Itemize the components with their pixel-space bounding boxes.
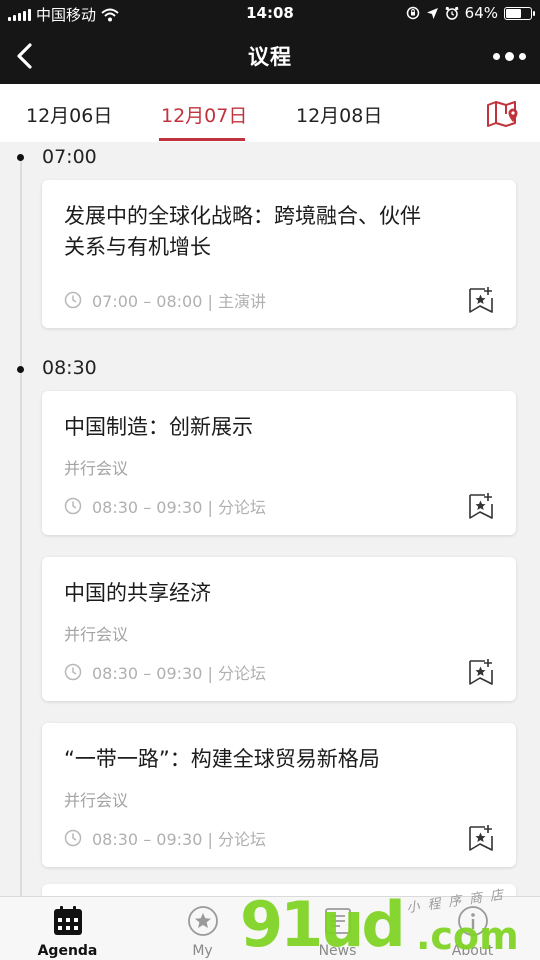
status-bar: 中国移动 14:08 64% (0, 0, 540, 28)
tab-news[interactable]: News (270, 897, 405, 960)
bottom-tab-bar: Agenda My News About (0, 896, 540, 960)
session-card[interactable]: 发展中的全球化战略：跨境融合、伙伴关系与有机增长 07:00 – 08:00 |… (42, 180, 516, 328)
star-icon (187, 906, 218, 936)
tab-date-0[interactable]: 12月06日 (26, 101, 112, 128)
session-subtitle: 并行会议 (64, 459, 129, 478)
tab-about-label: About (451, 943, 494, 959)
clock-icon (64, 829, 82, 847)
tab-my-label: My (192, 943, 213, 959)
alarm-icon (445, 6, 458, 20)
session-title: “一带一路”：构建全球贸易新格局 (64, 747, 380, 771)
info-icon (457, 906, 488, 936)
session-meta: 08:30 – 09:30 | 分论坛 (64, 494, 266, 518)
tab-date-2[interactable]: 12月08日 (296, 101, 382, 128)
clock-icon (64, 291, 82, 309)
map-icon[interactable] (486, 100, 518, 130)
clock-icon (64, 663, 82, 681)
battery-icon (504, 6, 535, 20)
bookmark-star-icon[interactable] (468, 492, 494, 520)
bookmark-star-icon[interactable] (468, 824, 494, 852)
session-subtitle: 并行会议 (64, 791, 129, 810)
battery-percent: 64% (464, 4, 498, 22)
tab-about[interactable]: About (405, 897, 540, 960)
nav-bar: 议程 (0, 28, 540, 84)
orientation-lock-icon (406, 6, 419, 20)
page-title: 议程 (248, 45, 292, 69)
session-card[interactable]: “一带一路”：构建全球贸易新格局 并行会议 08:30 – 09:30 | 分论… (42, 723, 516, 867)
session-meta: 08:30 – 09:30 | 分论坛 (64, 826, 266, 850)
tab-agenda[interactable]: Agenda (0, 897, 135, 960)
tab-my[interactable]: My (135, 897, 270, 960)
timeline-dot (17, 154, 24, 161)
calendar-icon (53, 906, 82, 935)
session-meta: 07:00 – 08:00 | 主演讲 (64, 288, 266, 312)
date-tab-bar: 12月06日 12月07日 12月08日 (0, 84, 540, 142)
news-icon (324, 908, 351, 934)
session-time-info: 08:30 – 09:30 | 分论坛 (92, 664, 266, 683)
session-card[interactable]: 中国的共享经济 并行会议 08:30 – 09:30 | 分论坛 (42, 557, 516, 701)
tab-news-label: News (318, 943, 357, 959)
session-time-info: 07:00 – 08:00 | 主演讲 (92, 292, 266, 311)
session-title: 中国的共享经济 (64, 581, 211, 605)
session-title: 发展中的全球化战略：跨境融合、伙伴关系与有机增长 (64, 204, 421, 259)
session-time-info: 08:30 – 09:30 | 分论坛 (92, 498, 266, 517)
clock-icon (64, 497, 82, 515)
bookmark-star-icon[interactable] (468, 286, 494, 314)
session-time-info: 08:30 – 09:30 | 分论坛 (92, 830, 266, 849)
tab-date-1[interactable]: 12月07日 (161, 101, 247, 128)
status-right: 64% (406, 4, 535, 22)
more-menu-icon[interactable] (493, 46, 526, 66)
session-meta: 08:30 – 09:30 | 分论坛 (64, 660, 266, 684)
time-group-label: 07:00 (42, 146, 97, 168)
bookmark-star-icon[interactable] (468, 658, 494, 686)
time-group-label: 08:30 (42, 357, 97, 379)
battery-fill (506, 8, 521, 18)
session-card[interactable]: 中国制造：创新展示 并行会议 08:30 – 09:30 | 分论坛 (42, 391, 516, 535)
timeline-line (20, 156, 22, 896)
active-tab-indicator (159, 138, 245, 141)
tab-agenda-label: Agenda (37, 943, 98, 959)
session-title: 中国制造：创新展示 (64, 415, 253, 439)
session-subtitle: 并行会议 (64, 625, 129, 644)
timeline-dot (17, 366, 24, 373)
location-icon (426, 7, 438, 19)
